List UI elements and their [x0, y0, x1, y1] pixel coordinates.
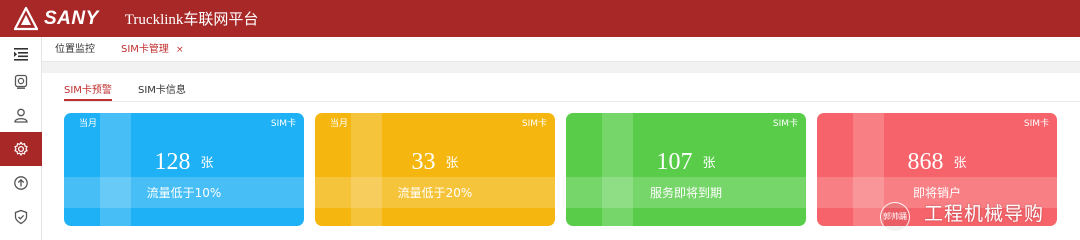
sidebar-item-user[interactable] [0, 98, 42, 132]
card-count: 33 张 [411, 149, 459, 175]
watermark: 郭帅踊 工程机械导购 Constructioin Buy [880, 196, 1080, 240]
watermark-subtext: Constructioin Buy [926, 226, 1015, 237]
card-tag: SIM卡 [772, 119, 798, 129]
brand-name: SANY [44, 7, 99, 29]
sidebar-item-settings[interactable] [0, 132, 42, 166]
card-tag: SIM卡 [1023, 119, 1049, 129]
sany-logo-icon [13, 5, 39, 31]
card-period: 当月 [330, 119, 349, 129]
card-count: 128 张 [154, 149, 214, 175]
tab-bar: 位置监控 SIM卡管理 × [42, 37, 1080, 62]
card-count: 107 张 [656, 149, 716, 175]
upload-icon [14, 176, 28, 190]
card-count: 868 张 [907, 149, 967, 175]
watermark-text: 工程机械导购 [924, 203, 1045, 225]
tab-location-monitor[interactable]: 位置监控 [55, 37, 95, 62]
shield-icon [14, 209, 28, 225]
subtab-divider [64, 101, 1080, 102]
sidebar-item-security[interactable] [0, 200, 42, 234]
card-tag: SIM卡 [270, 119, 296, 129]
card-label: 流量低于20% [397, 186, 473, 200]
card-label: 服务即将到期 [649, 186, 722, 200]
sidebar-item-upload[interactable] [0, 166, 42, 200]
card-tag: SIM卡 [521, 119, 547, 129]
card-label: 流量低于10% [146, 186, 222, 200]
sany-logo[interactable]: SANY [13, 0, 99, 37]
tab-sim-management-label: SIM卡管理 [121, 44, 169, 55]
close-icon[interactable]: × [176, 45, 184, 55]
subtab-sim-warning[interactable]: SIM卡预警 [64, 83, 112, 101]
content-gap [42, 62, 1080, 73]
card-period: 当月 [79, 119, 98, 129]
tab-sim-management[interactable]: SIM卡管理 × [121, 37, 183, 62]
sidebar-item-monitor[interactable] [0, 65, 42, 99]
watermark-badge: 郭帅踊 [880, 202, 910, 232]
monitor-icon [14, 74, 28, 89]
stat-card-expiring-service[interactable]: SIM卡 107 张 服务即将到期 [566, 113, 806, 226]
app-title: Trucklink车联网平台 [124, 12, 259, 28]
menu-toggle-icon [14, 48, 28, 61]
top-bar: SANY Trucklink车联网平台 [0, 0, 1080, 37]
user-icon [14, 108, 28, 123]
stat-card-low-traffic-10[interactable]: 当月 SIM卡 128 张 流量低于10% [64, 113, 304, 226]
sidebar [0, 37, 42, 240]
gear-icon [14, 141, 28, 157]
subtab-sim-info[interactable]: SIM卡信息 [138, 83, 186, 101]
stat-card-low-traffic-20[interactable]: 当月 SIM卡 33 张 流量低于20% [315, 113, 555, 226]
